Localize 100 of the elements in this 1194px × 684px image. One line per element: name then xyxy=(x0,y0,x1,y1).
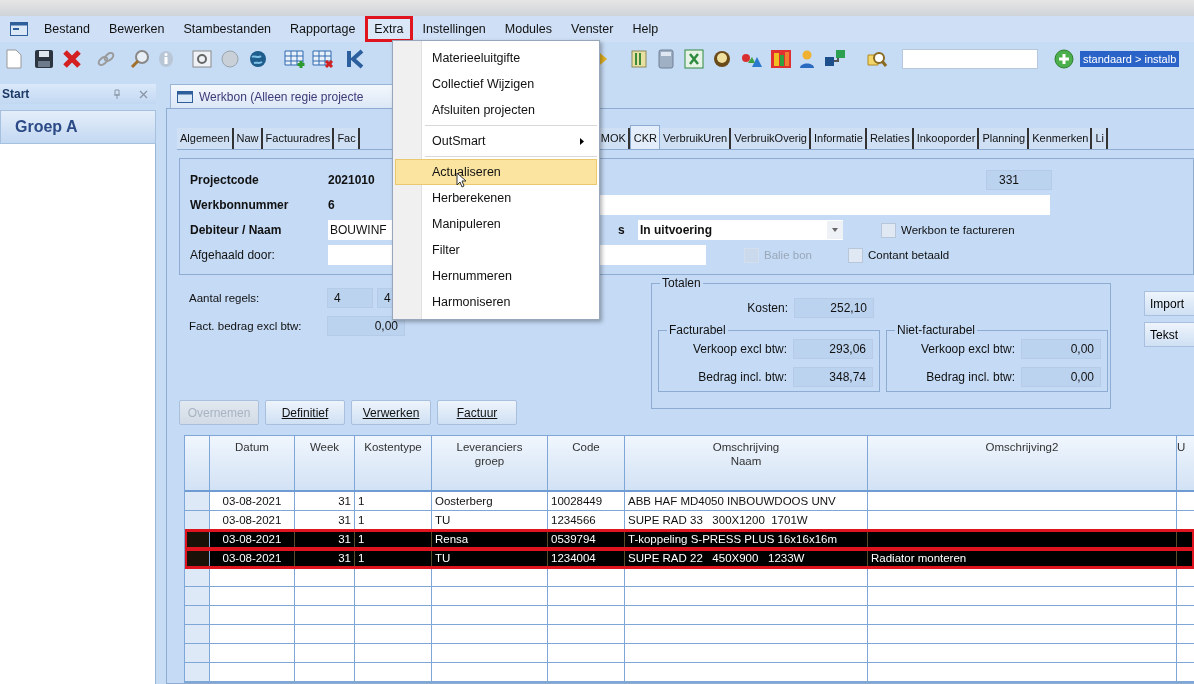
amount-field: 293,06 xyxy=(793,339,873,359)
menu-item[interactable]: Bewerken xyxy=(102,19,171,39)
print-preview-icon[interactable] xyxy=(192,49,212,69)
row-header-cell[interactable] xyxy=(185,511,210,529)
menu-item[interactable]: Actualiseren xyxy=(395,159,597,185)
row-header-cell[interactable] xyxy=(185,549,210,567)
status-dropdown[interactable]: In uitvoering xyxy=(638,220,843,240)
menu-item[interactable]: Venster xyxy=(565,19,620,39)
new-document-icon[interactable] xyxy=(6,49,22,69)
row-header-cell[interactable] xyxy=(185,663,210,681)
tab[interactable]: Planning xyxy=(979,128,1030,149)
row-header-cell[interactable] xyxy=(185,587,210,605)
menu-item[interactable]: Hernummeren xyxy=(395,263,597,289)
row-header-cell[interactable] xyxy=(185,606,210,624)
group-button[interactable]: Groep A xyxy=(0,110,156,144)
tab[interactable]: Factuuradres xyxy=(262,128,335,149)
side-button[interactable]: Tekst xyxy=(1144,322,1194,347)
person-icon[interactable] xyxy=(798,49,816,69)
search-field[interactable] xyxy=(902,49,1038,69)
search-icon[interactable] xyxy=(866,49,888,69)
window-icon xyxy=(10,22,28,36)
action-button[interactable]: Factuur xyxy=(437,400,517,425)
menu-item[interactable]: Rapportage xyxy=(284,19,362,39)
amount-field: 0,00 xyxy=(1021,367,1101,387)
book-icon[interactable] xyxy=(630,49,648,69)
menu-item[interactable]: Modules xyxy=(498,19,559,39)
column-header[interactable]: Datum xyxy=(210,436,295,490)
tab[interactable]: VerbruikUren xyxy=(660,128,732,149)
field-label: s xyxy=(618,223,626,237)
dropdown-caret-icon[interactable] xyxy=(827,221,843,239)
field-label: Kosten: xyxy=(746,301,788,315)
empty-table-row[interactable] xyxy=(185,568,1194,587)
add-icon[interactable] xyxy=(1054,49,1074,69)
row-header-cell[interactable] xyxy=(185,530,210,548)
column-header[interactable]: Omschrijving2 xyxy=(868,436,1177,490)
grid-delete-icon[interactable] xyxy=(312,49,334,69)
menu-item[interactable]: Collectief Wijzigen xyxy=(395,71,597,97)
pin-icon[interactable] xyxy=(113,89,121,99)
menu-item[interactable]: Manipuleren xyxy=(395,211,597,237)
color-blocks-icon[interactable] xyxy=(770,49,792,69)
action-button[interactable]: Verwerken xyxy=(351,400,431,425)
table-row[interactable]: 03-08-2021 31 1 Oosterberg 10028449 ABB HAF MD4050 INBOUWDOOS UNV xyxy=(185,492,1194,511)
empty-table-row[interactable] xyxy=(185,625,1194,644)
network-icon[interactable] xyxy=(824,49,846,69)
column-header[interactable]: U xyxy=(1177,436,1194,490)
side-button[interactable]: Import xyxy=(1144,291,1194,316)
menu-item[interactable]: Harmoniseren xyxy=(395,289,597,315)
action-button[interactable]: Definitief xyxy=(265,400,345,425)
menu-item[interactable]: Bestand xyxy=(38,19,96,39)
column-header[interactable]: Omschrijving Naam xyxy=(625,436,868,490)
tab[interactable]: Algemeen xyxy=(177,128,234,149)
tab[interactable]: Naw xyxy=(233,128,263,149)
tab[interactable]: CKR xyxy=(629,125,660,149)
calculator-icon[interactable] xyxy=(658,49,674,69)
column-header[interactable]: Week xyxy=(295,436,355,490)
row-header-cell[interactable] xyxy=(185,625,210,643)
empty-table-row[interactable] xyxy=(185,606,1194,625)
menu-item[interactable]: OutSmart xyxy=(395,128,597,154)
checkbox[interactable] xyxy=(847,247,863,263)
tab[interactable]: Fac xyxy=(334,128,360,149)
ball-icon[interactable] xyxy=(712,49,732,69)
tab[interactable]: Li xyxy=(1092,128,1109,149)
empty-table-row[interactable] xyxy=(185,644,1194,663)
menu-item[interactable]: Herberekenen xyxy=(395,185,597,211)
tab[interactable]: Inkooporder xyxy=(913,128,980,149)
close-icon[interactable] xyxy=(139,89,148,99)
tab[interactable]: Relaties xyxy=(866,128,914,149)
menu-item[interactable]: Materieeluitgifte xyxy=(395,45,597,71)
menu-item[interactable]: Filter xyxy=(395,237,597,263)
chain-link-icon[interactable] xyxy=(96,49,116,69)
spreadsheet-icon[interactable] xyxy=(684,49,704,69)
delete-icon[interactable] xyxy=(62,49,82,69)
column-header[interactable]: Kostentype xyxy=(355,436,432,490)
menu-item[interactable]: Extra xyxy=(368,19,410,39)
column-header[interactable]: Leveranciers groep xyxy=(432,436,548,490)
breadcrumb-field[interactable]: standaard > instalb xyxy=(1080,51,1180,67)
input-field[interactable]: BOUWINF xyxy=(328,220,392,240)
first-record-icon[interactable] xyxy=(346,49,364,69)
menu-item[interactable]: Instellingen xyxy=(416,19,492,39)
column-header[interactable]: Code xyxy=(548,436,625,490)
row-header-cell[interactable] xyxy=(185,644,210,662)
grid-add-icon[interactable] xyxy=(284,49,306,69)
table-cell: 10028449 xyxy=(548,492,625,510)
tab[interactable]: Informatie xyxy=(811,128,867,149)
menu-item[interactable]: Afsluiten projecten xyxy=(395,97,597,123)
empty-table-row[interactable] xyxy=(185,663,1194,682)
menu-item[interactable]: Help xyxy=(626,19,665,39)
empty-table-row[interactable] xyxy=(185,587,1194,606)
save-icon[interactable] xyxy=(34,49,54,69)
tab[interactable]: Kenmerken xyxy=(1029,128,1093,149)
menu-item[interactable]: Stambestanden xyxy=(177,19,278,39)
info-icon[interactable] xyxy=(158,49,174,69)
table-row[interactable]: 03-08-2021 31 1 TU 1234004 SUPE RAD 22 450X900 1233W Radiator monteren xyxy=(185,549,1194,568)
checkbox-label: Balie bon xyxy=(764,249,812,261)
globe-icon[interactable] xyxy=(248,49,268,69)
search-icon[interactable] xyxy=(130,49,150,69)
group-title: Totalen xyxy=(660,276,703,290)
row-header-cell[interactable] xyxy=(185,492,210,510)
checkbox[interactable] xyxy=(881,222,896,238)
tab[interactable]: VerbruikOverig xyxy=(731,128,811,149)
